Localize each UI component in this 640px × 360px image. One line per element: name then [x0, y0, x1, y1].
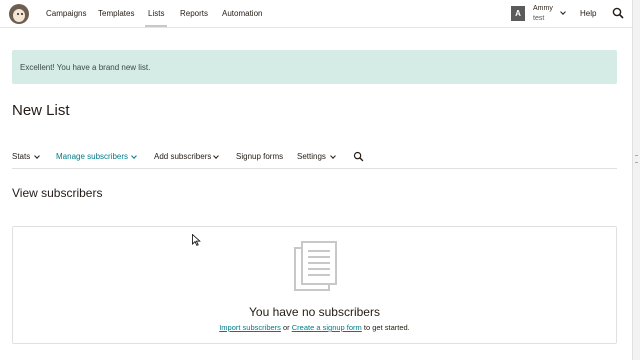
- chevron-down-icon[interactable]: [330, 153, 336, 159]
- search-icon[interactable]: [612, 7, 624, 19]
- avatar[interactable]: A: [511, 6, 525, 21]
- page-scrollbar[interactable]: [632, 0, 640, 360]
- active-nav-indicator: [145, 25, 167, 27]
- nav-campaigns[interactable]: Campaigns: [46, 9, 86, 18]
- search-icon[interactable]: [353, 151, 364, 162]
- chevron-down-icon[interactable]: [34, 153, 40, 159]
- connector-text: or: [283, 323, 290, 332]
- nav-templates[interactable]: Templates: [98, 9, 134, 18]
- top-navigation: Campaigns Templates Lists Reports Automa…: [0, 0, 632, 28]
- chevron-down-icon[interactable]: [131, 153, 137, 159]
- subnav-stats[interactable]: Stats: [12, 152, 30, 161]
- nav-reports[interactable]: Reports: [180, 9, 208, 18]
- mouse-cursor-icon: [192, 234, 201, 246]
- subnav-manage-subscribers[interactable]: Manage subscribers: [56, 152, 128, 161]
- user-account: test: [533, 15, 545, 22]
- document-list-icon: [294, 241, 337, 291]
- import-subscribers-link[interactable]: Import subscribers: [219, 323, 281, 332]
- empty-state-panel: You have no subscribers Import subscribe…: [12, 226, 617, 344]
- user-name[interactable]: Ammy: [533, 5, 553, 12]
- create-signup-form-link[interactable]: Create a signup form: [292, 323, 362, 332]
- subnav-add-subscribers[interactable]: Add subscribers: [154, 152, 211, 161]
- empty-state-text: Import subscribers or Create a signup fo…: [13, 323, 616, 332]
- subnav-signup-forms[interactable]: Signup forms: [236, 152, 283, 161]
- chevron-down-icon[interactable]: [213, 153, 219, 159]
- alert-message: Excellent! You have a brand new list.: [20, 63, 151, 72]
- nav-lists[interactable]: Lists: [148, 9, 164, 18]
- page-title: New List: [12, 102, 70, 119]
- nav-automation[interactable]: Automation: [222, 9, 262, 18]
- section-title: View subscribers: [12, 186, 103, 200]
- mailchimp-logo-icon[interactable]: [9, 4, 29, 24]
- scrollbar-thumb[interactable]: [635, 155, 638, 163]
- suffix-text: to get started.: [363, 323, 410, 332]
- empty-state-title: You have no subscribers: [249, 305, 380, 319]
- chevron-down-icon[interactable]: [560, 9, 566, 15]
- list-subnav: Stats Manage subscribers Add subscribers…: [12, 148, 617, 169]
- help-link[interactable]: Help: [580, 9, 596, 18]
- subnav-settings[interactable]: Settings: [297, 152, 326, 161]
- success-alert: Excellent! You have a brand new list.: [12, 50, 617, 84]
